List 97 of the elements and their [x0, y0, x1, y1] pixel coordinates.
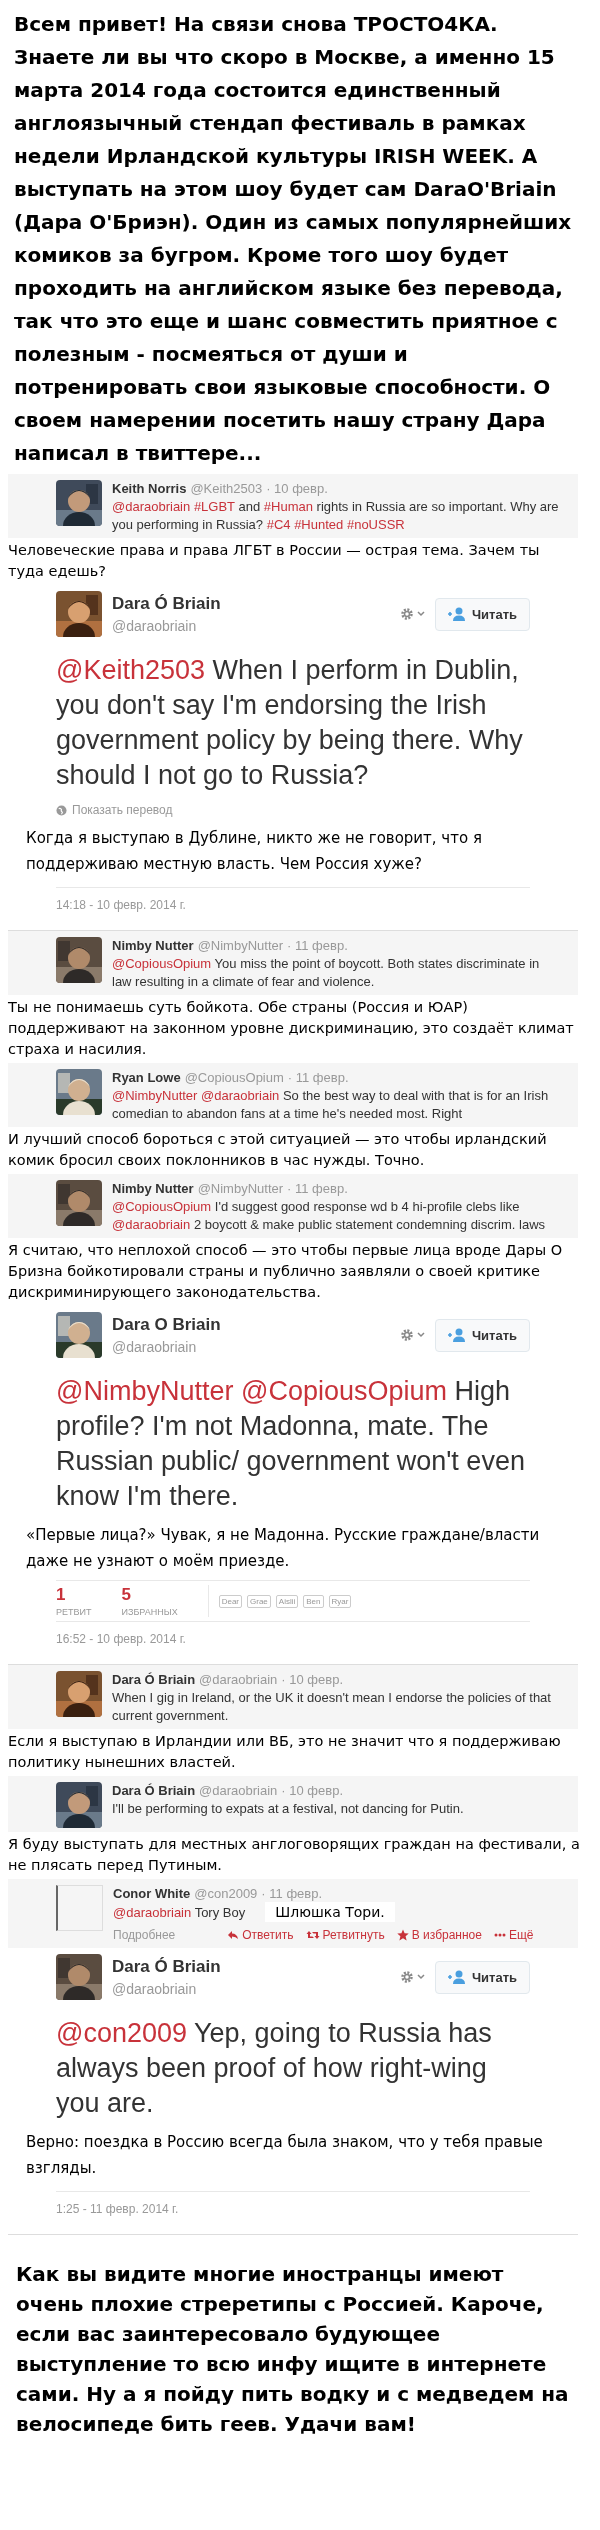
translation-caption: И лучший способ бороться с этой ситуацией — это чтобы ирландский комик бросил своих поклонников в час нужды. Точно. [7, 1130, 548, 1170]
author-name[interactable]: Ryan Lowe [112, 1069, 181, 1087]
post-text: Как вы видите многие иностранцы имеют очень плохие стреретипы с Россией. Кароче, если вас заинтересовало будующее выступление то всю инфу ищите в интернете сами. Ну а я пойду пить водку и с медведем на велосипеде бить геев. Удачи вам! [15, 2261, 570, 2438]
hashtag-link[interactable]: #C4 [266, 517, 291, 532]
tweet-date[interactable]: · 11 февр. [287, 937, 348, 955]
author-handle[interactable]: @Keith2503 [190, 480, 263, 498]
follow-icon [447, 1970, 466, 1984]
tweet-date[interactable]: · 10 февр. [281, 1671, 344, 1689]
author-handle[interactable]: @daraobriain [199, 1671, 278, 1689]
tweet-date[interactable]: · 11 февр. [261, 1885, 323, 1903]
mention-link[interactable]: @daraobriain [113, 1905, 192, 1920]
author-handle[interactable]: @NimbyNutter [197, 937, 284, 955]
author-handle[interactable]: @CopiousOpium [184, 1069, 284, 1087]
user-thumbnail[interactable]: Grae [247, 1594, 271, 1608]
author-handle[interactable]: @daraobriain [199, 1782, 278, 1800]
gear-menu-icon[interactable] [398, 1327, 427, 1343]
mention-link[interactable]: @daraobriain [112, 499, 191, 514]
author-handle[interactable]: @NimbyNutter [197, 1180, 284, 1198]
translation-caption: Верно: поездка в Россию всегда была знаком, что у тебя правые взгляды. [26, 2132, 544, 2179]
gear-menu-icon[interactable] [398, 606, 427, 622]
tweet-text: @NimbyNutter @daraobriain So the best way to deal with that is for an Irish comedian to abandon fans at a time he's needed most. Right [112, 1088, 549, 1121]
user-thumbnail[interactable]: Ryar [328, 1594, 352, 1608]
translation-caption: Я буду выступать для местных англоговорящих граждан на фестивали, а не плясать перед Путиным. [7, 1835, 581, 1875]
dots-icon [493, 1933, 506, 1937]
tweet-text: @Keith2503 When I perform in Dublin, you don't say I'm endorsing the Irish government policy by being there. Why should I not go to Russia? [56, 654, 524, 792]
author-name[interactable]: Nimby Nutter [112, 1180, 194, 1198]
stat-label: ИЗБРАННЫХ [121, 1607, 178, 1617]
more-link[interactable]: Ещё [493, 1926, 534, 1944]
tweet-text: @NimbyNutter @CopiousOpium High profile? I'm not Madonna, mate. The Russian public/ government won't even know I'm there. [56, 1375, 526, 1513]
mention-link[interactable]: @CopiousOpium [112, 1199, 212, 1214]
tweet-date[interactable]: · 10 февр. [266, 480, 328, 498]
tweet-text: @CopiousOpium I'd suggest good response wd b 4 hi-profile clebs like @daraobriain 2 boycott & make public statement condemning discrim. laws [112, 1199, 546, 1232]
tweet-text: @con2009 Yep, going to Russia has always been proof of how right-wing you are. [56, 2017, 493, 2120]
author-name[interactable]: Dara Ó Briain [112, 1782, 196, 1800]
stat-count[interactable]: 5 [121, 1585, 178, 1605]
translation-caption: Когда я выступаю в Дублине, никто же не говорит, что я поддерживаю местную власть. Чем Россия хуже? [26, 828, 483, 875]
mention-link[interactable]: @CopiousOpium [240, 1376, 447, 1406]
retweet-link[interactable]: Ретвитнуть [305, 1926, 385, 1944]
mention-link[interactable]: @daraobriain [201, 1088, 280, 1103]
tweet-text: @daraobriain #LGBT and #Human rights in Russia are so important. Why are you performing in Russia? #C4 #Hunted #noUSSR [112, 499, 559, 532]
author-name[interactable]: Keith Norris [112, 480, 187, 498]
author-name[interactable]: Nimby Nutter [112, 937, 194, 955]
stat-label: РЕТВИТ [56, 1607, 92, 1617]
follow-icon [447, 607, 466, 621]
mention-link[interactable]: @CopiousOpium [112, 956, 212, 971]
gear-menu-icon[interactable] [398, 1969, 427, 1985]
tweet-date[interactable]: · 11 февр. [287, 1180, 348, 1198]
tweet-text: @CopiousOpium You miss the point of boycott. Both states discriminate in law resulting in a climate of fear and violence. [112, 956, 540, 989]
author-handle[interactable]: @daraobriain [112, 1981, 399, 1997]
author-handle[interactable]: @daraobriain [112, 618, 399, 634]
author-name[interactable]: Dara Ó Briain [112, 594, 399, 614]
tweet-text: When I gig in Ireland, or the UK it doesn't mean I endorse the policies of that current government. [112, 1690, 551, 1723]
favorite-link[interactable]: В избранное [396, 1926, 482, 1944]
tweet-timestamp[interactable]: 14:18 - 10 февр. 2014 г. [56, 898, 600, 912]
author-name[interactable]: Dara O Briain [112, 1315, 399, 1335]
tweet-text: I'll be performing to expats at a festival, not dancing for Putin. [112, 1801, 464, 1816]
follow-button[interactable]: Читать [434, 1960, 530, 1994]
translation-caption: Если я выступаю в Ирландии или ВБ, это не значит что я поддерживаю политику нынешних властей. [7, 1732, 562, 1772]
tweet-text: @daraobriain Tory Boy [113, 1905, 246, 1920]
show-translation-link[interactable]: Показать перевод [56, 803, 600, 817]
mention-link[interactable]: @daraobriain [112, 1217, 191, 1232]
author-name[interactable]: Conor White [113, 1885, 191, 1903]
hashtag-link[interactable]: #Hunted [294, 517, 344, 532]
translation-caption: Ты не понимаешь суть бойкота. Обе страны (Россия и ЮАР) поддерживают на законном уровне дискриминацию, это создаёт климат страха и насилия. [7, 998, 575, 1059]
tweet-timestamp[interactable]: 1:25 - 11 февр. 2014 г. [56, 2202, 600, 2216]
mention-link[interactable]: @NimbyNutter [56, 1376, 234, 1406]
mention-link[interactable]: @con2009 [56, 2018, 187, 2048]
author-name[interactable]: Dara Ó Briain [112, 1957, 399, 1977]
follow-button[interactable]: Читать [434, 1318, 530, 1352]
translation-caption: Человеческие права и права ЛГБТ в России — острая тема. Зачем ты туда едешь? [7, 541, 541, 581]
tweet-timestamp[interactable]: 16:52 - 10 февр. 2014 г. [56, 1632, 600, 1646]
translation-caption: Шлюшка Тори. [265, 1902, 395, 1922]
author-handle[interactable]: @con2009 [194, 1885, 258, 1903]
tweet-date[interactable]: · 11 февр. [287, 1069, 349, 1087]
reply-icon [227, 1929, 240, 1941]
mention-link[interactable]: @NimbyNutter [112, 1088, 198, 1103]
stat-count[interactable]: 1 [56, 1585, 92, 1605]
details-link[interactable]: Подробнее [113, 1926, 176, 1944]
author-handle[interactable]: @daraobriain [112, 1339, 399, 1355]
hashtag-link[interactable]: #LGBT [193, 499, 235, 514]
star-icon [396, 1929, 409, 1941]
tweet-date[interactable]: · 10 февр. [281, 1782, 344, 1800]
translation-caption: Я считаю, что неплохой способ — это чтобы первые лица вроде Дары О Бризна бойкотировали страны и публично заявляли о своей критике дискриминирующего законодательства. [7, 1241, 564, 1302]
translation-caption: «Первые лица?» Чувак, я не Мадонна. Русские граждане/власти даже не узнают о моём приезде. [26, 1525, 541, 1572]
hashtag-link[interactable]: #noUSSR [346, 517, 405, 532]
follow-icon [447, 1328, 466, 1342]
hashtag-link[interactable]: #Human [263, 499, 313, 514]
globe-icon [56, 804, 67, 816]
reply-link[interactable]: Ответить [227, 1926, 294, 1944]
user-thumbnail[interactable]: Ben [303, 1594, 324, 1608]
user-thumbnail[interactable]: Aislii [275, 1594, 299, 1608]
follow-button[interactable]: Читать [434, 597, 530, 631]
post-text: Всем привет! На связи снова ТРОСТО4КА. Знаете ли вы что скоро в Москве, а именно 15 марта 2014 года состоится единственный англоязычный стендап фестиваль в рамках недели Ирландской культуры IRISH WEEK. А выступать на этом шоу будет сам DaraO'Briain (Дара О'Бриэн). Один из самых популярнейших комиков за бугром. Кроме того шоу будет проходить на английском языке без перевода, так что это еще и шанс совместить приятное с полезным - посмеяться от души и потренировать свои языковые способности. О своем намерении посетить нашу страну Дара написал в твиттере... [13, 11, 573, 467]
user-thumbnail[interactable]: Dear [218, 1594, 242, 1608]
mention-link[interactable]: @Keith2503 [56, 655, 205, 685]
author-name[interactable]: Dara Ó Briain [112, 1671, 196, 1689]
retweet-icon [305, 1929, 320, 1941]
